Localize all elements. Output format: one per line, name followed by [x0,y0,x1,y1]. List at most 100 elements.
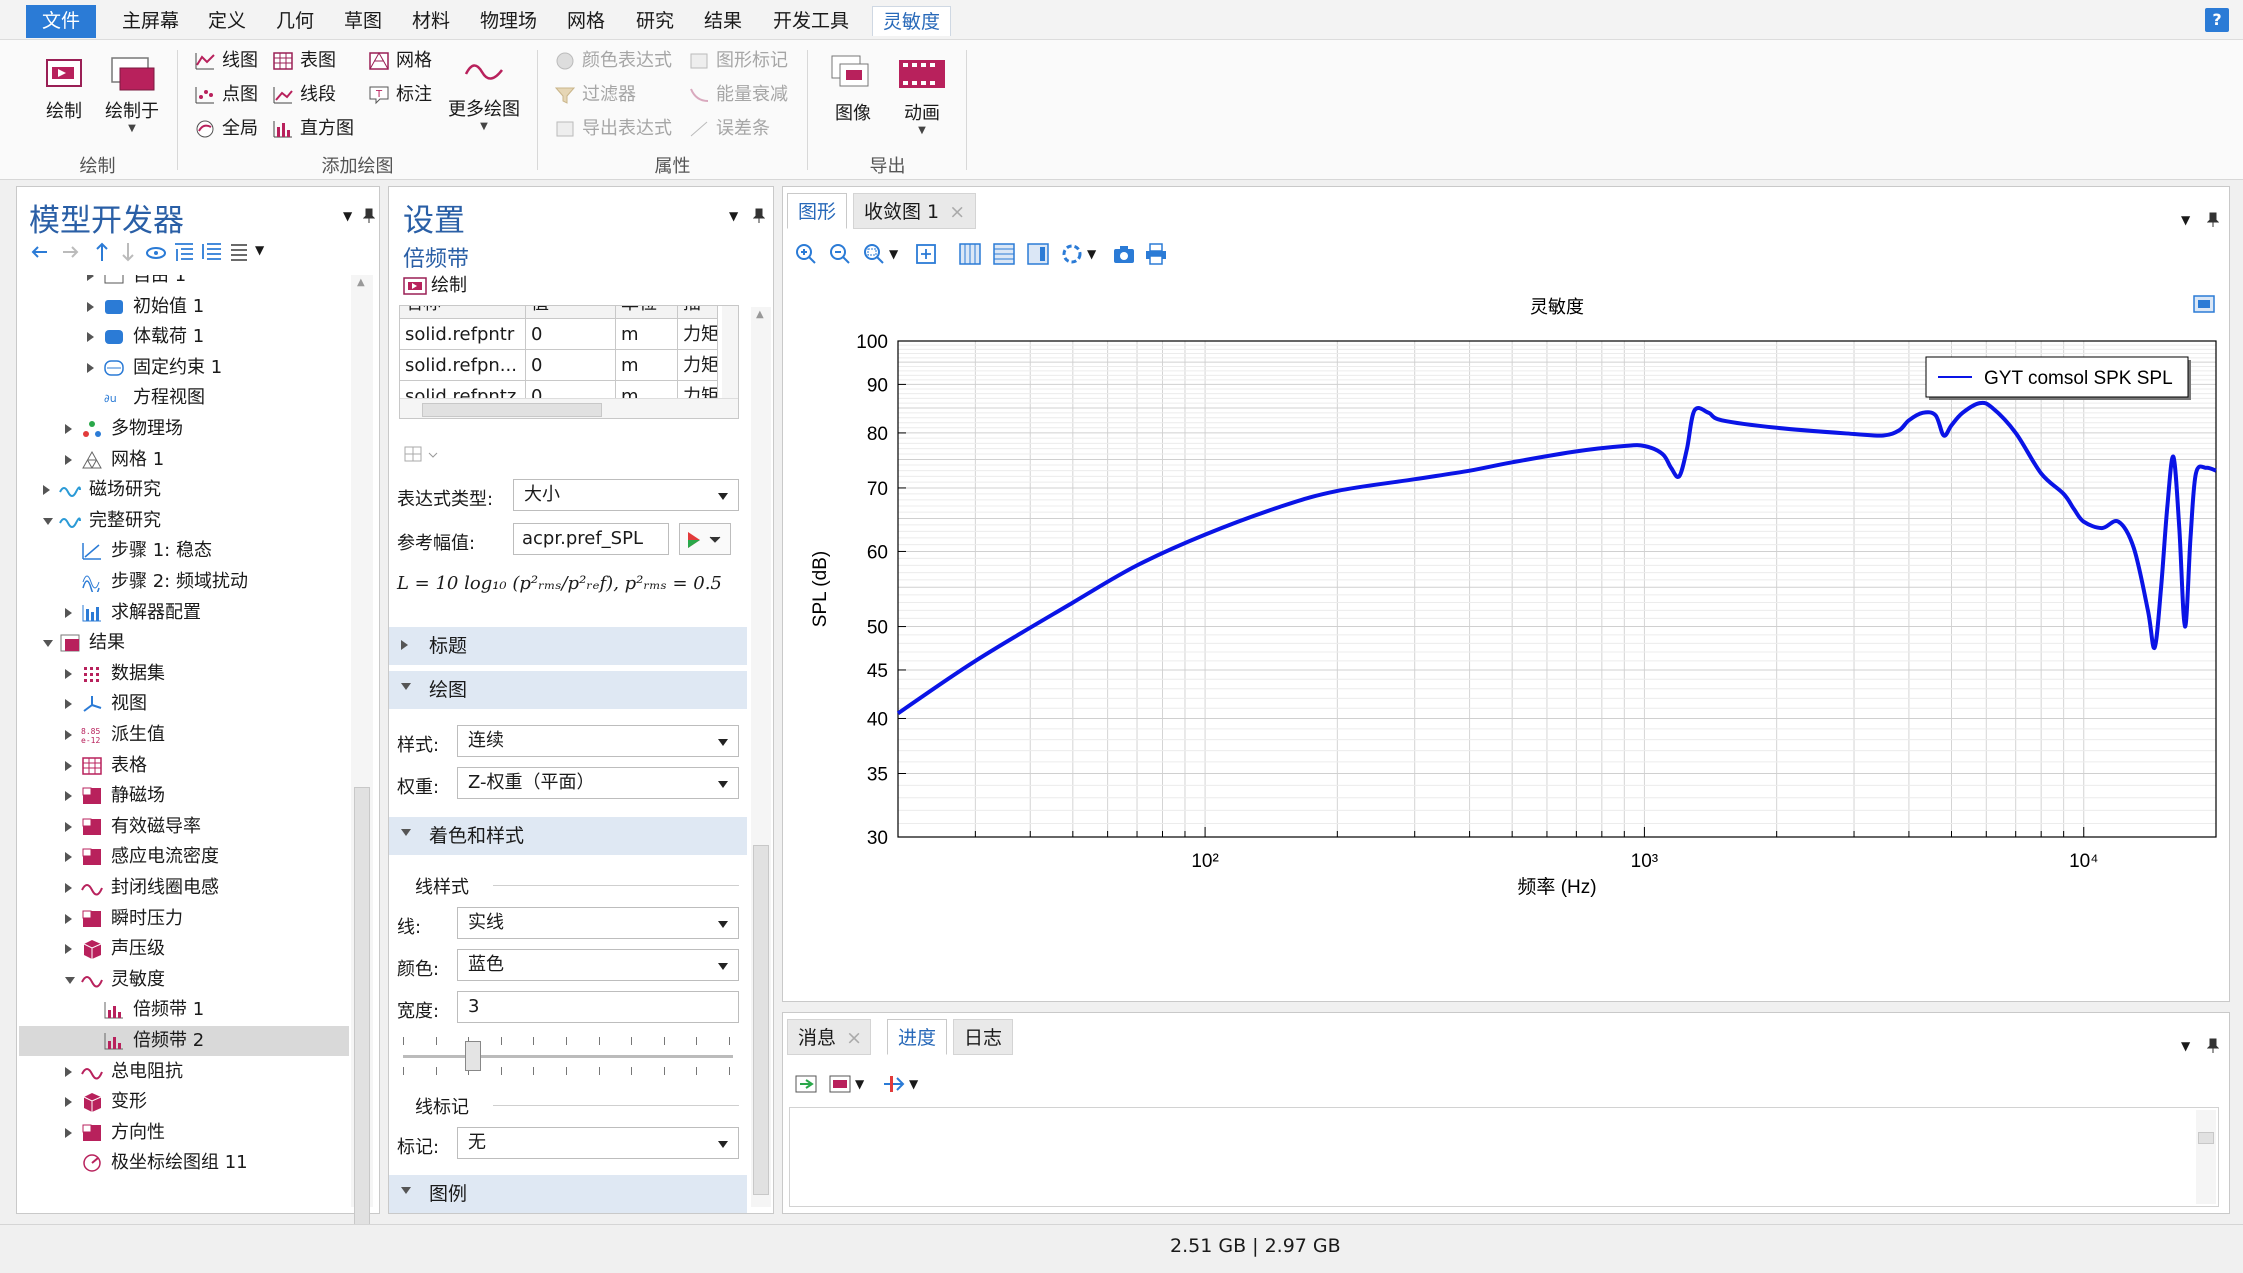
expand-icon[interactable] [65,699,72,710]
export-expression-button[interactable]: 导出表达式 [552,115,672,143]
color-expression-button[interactable]: 颜色表达式 [552,47,672,75]
width-slider[interactable] [403,1033,733,1083]
tab-graphics[interactable]: 图形 [787,193,848,229]
tree-item[interactable]: 多物理场 [19,414,349,444]
sensitivity-chart[interactable]: 30 35 40 45 50 60 70 80 90 100 10² 10³ 10⁴ 灵敏度 频率 (H… [784,283,2228,999]
tree-item[interactable]: 倍频带 1 [19,995,349,1025]
table-cell[interactable]: solid.refpntr [400,319,526,350]
menu-mesh[interactable]: 网格 [557,6,615,36]
expand-icon[interactable] [65,424,72,434]
line-select[interactable]: 实线 [457,907,739,939]
menu-geometry[interactable]: 几何 [266,6,324,36]
tree-scrollbar-thumb[interactable] [354,787,370,1227]
expand-icon[interactable] [65,730,72,740]
expand-all-icon[interactable] [199,239,225,265]
pin-icon[interactable] [2207,211,2219,227]
menu-materials[interactable]: 材料 [402,6,460,36]
menu-physics[interactable]: 物理场 [470,6,547,36]
camera-icon[interactable] [1111,241,1137,267]
annotation-button[interactable]: T 标注 [366,81,432,109]
zoom-dropdown-icon[interactable]: ▼ [889,247,898,261]
tree-item[interactable]: 表格 [19,751,349,781]
expand-icon[interactable] [65,607,72,618]
menu-sketch[interactable]: 草图 [334,6,392,36]
panel-menu-icon[interactable]: ▼ [2181,1039,2190,1053]
tree-item[interactable]: 有效磁导率 [19,812,349,842]
collapse-icon[interactable] [43,517,53,525]
tree-item[interactable]: 静磁场 [19,781,349,811]
pin-icon[interactable] [363,207,375,223]
progress-view-dropdown-icon[interactable]: ▼ [855,1077,864,1091]
expand-icon[interactable] [87,275,94,281]
settings-scrollbar[interactable]: ▲ [751,307,771,1207]
table-cell[interactable]: 力矩 [678,319,718,350]
section-coloring[interactable]: 着色和样式 [389,817,747,855]
tree-item[interactable]: 封闭线圈电感 [19,873,349,903]
tree-item[interactable]: 视图 [19,689,349,719]
menu-definitions[interactable]: 定义 [198,6,256,36]
menu-file[interactable]: 文件 [26,5,97,38]
forward-icon[interactable] [59,239,85,265]
tree-item[interactable]: 结果 [19,628,349,658]
tree-item[interactable]: 步骤 1: 稳态 [19,536,349,566]
menu-developer[interactable]: 开发工具 [763,6,859,36]
tree-options-dropdown-icon[interactable]: ▼ [255,243,264,257]
toggle-hgrid-icon[interactable] [991,241,1017,267]
table-tools-icon[interactable] [403,443,443,467]
tree-item[interactable]: 倍频带 2 [19,1026,349,1056]
detach-dropdown-icon[interactable]: ▼ [909,1077,918,1091]
panel-menu-icon[interactable]: ▼ [729,209,738,223]
expand-icon[interactable] [65,1066,72,1077]
print-icon[interactable] [1143,241,1169,267]
move-up-icon[interactable] [89,239,115,265]
slider-thumb[interactable] [465,1041,481,1071]
toggle-grid-icon[interactable] [957,241,983,267]
image-button[interactable]: 图像 [822,54,884,125]
expand-icon[interactable] [65,760,72,771]
tree-item[interactable]: 变形 [19,1087,349,1117]
error-bars-button[interactable]: 误差条 [686,115,770,143]
pin-icon[interactable] [2207,1037,2219,1053]
tree-item[interactable]: 固定约束 1 [19,353,349,383]
progress-scrollbar-thumb[interactable] [2198,1132,2214,1144]
help-icon[interactable]: ? [2205,8,2229,32]
tab-log[interactable]: 日志 [953,1019,1014,1055]
weight-select[interactable]: Z-权重（平面） [457,767,739,799]
table-cell[interactable]: 力矩 [678,350,718,381]
tree-item[interactable]: 方向性 [19,1118,349,1148]
expand-icon[interactable] [65,791,72,802]
tree-item[interactable]: 自由 1 [19,275,349,291]
filter-button[interactable]: 过滤器 [552,81,636,109]
expand-icon[interactable] [65,944,72,955]
table-cell[interactable]: m [616,319,678,350]
zoom-extents-icon[interactable] [913,241,939,267]
progress-scrollbar[interactable] [2196,1110,2216,1204]
style-select[interactable]: 连续 [457,725,739,757]
mesh-plot-button[interactable]: 网格 [366,47,432,75]
settings-scrollbar-thumb[interactable] [753,845,769,1195]
collapse-all-icon[interactable] [171,239,197,265]
tree-item[interactable]: 磁场研究 [19,475,349,505]
panel-menu-icon[interactable]: ▼ [2181,213,2190,227]
table-cell[interactable]: 0 [526,319,616,350]
expand-icon[interactable] [65,1127,72,1138]
zoom-in-icon[interactable] [793,241,819,267]
expand-icon[interactable] [65,454,72,465]
table-vertical-scrollbar[interactable] [722,306,738,398]
tab-progress[interactable]: 进度 [887,1019,948,1055]
table-cell[interactable]: m [616,350,678,381]
tree-item[interactable]: 完整研究 [19,506,349,536]
tree-item[interactable]: 声压级 [19,934,349,964]
move-down-icon[interactable] [115,239,141,265]
ref-amp-input[interactable]: acpr.pref_SPL [513,523,669,555]
section-plotting[interactable]: 绘图 [389,671,747,709]
plot-in-button[interactable]: 绘制于 ▼ [100,56,164,134]
settings-plot-button[interactable]: 绘制 [403,273,467,299]
zoom-out-icon[interactable] [827,241,853,267]
zoom-box-icon[interactable] [861,241,887,267]
width-input[interactable]: 3 [457,991,739,1023]
color-select[interactable]: 蓝色 [457,949,739,981]
detach-icon[interactable] [881,1071,907,1097]
tree-item[interactable]: 瞬时压力 [19,904,349,934]
table-cell[interactable]: solid.refpn... [400,350,526,381]
